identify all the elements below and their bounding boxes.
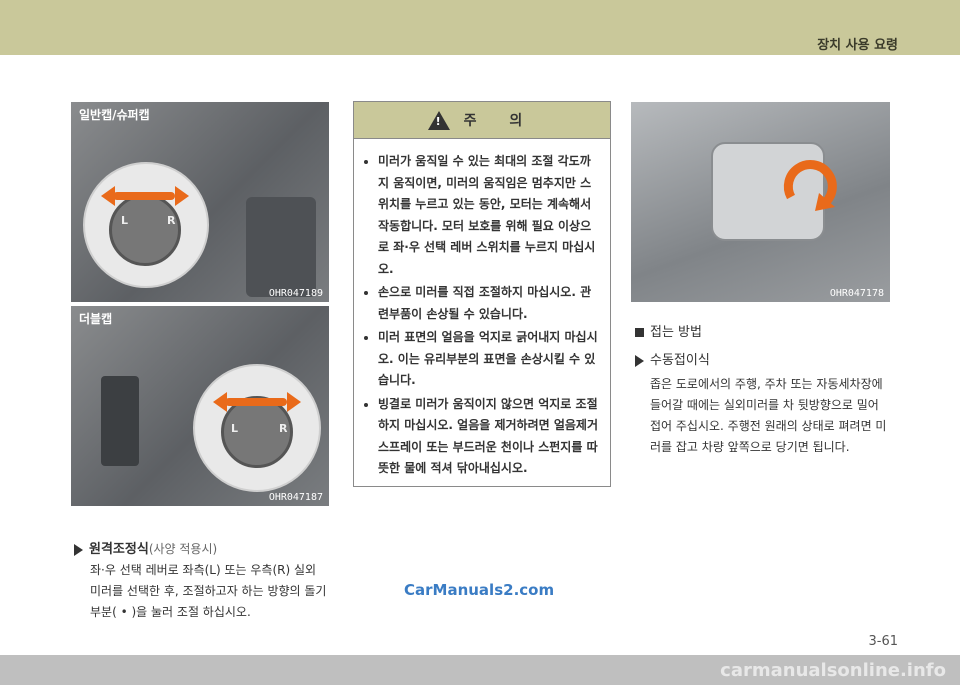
header-bar [0,0,960,55]
image-code: OHR047189 [268,288,323,299]
caution-box: ! 주 의 미러가 움직일 수 있는 최대의 조절 각도까지 움직이면, 미러의… [353,101,611,487]
mirror-switch-image-standard: 일반캡/슈퍼캡 L R OHR047189 [71,102,329,302]
caution-list: 미러가 움직일 수 있는 최대의 조절 각도까지 움직이면, 미러의 움직임은 … [354,151,610,480]
caution-item: 미러가 움직일 수 있는 최대의 조절 각도까지 움직이면, 미러의 움직임은 … [378,151,598,280]
fold-body: 좁은 도로에서의 주행, 주차 또는 자동세차장에 들어갈 때에는 실외미러를 … [650,377,887,454]
side-mirror-image: OHR047178 [631,102,890,302]
fold-subheading: 수동접이식 [635,349,710,368]
knob-right-label: R [167,214,176,227]
knob-left-label: L [231,422,239,435]
watermark-link[interactable]: CarManuals2.com [404,581,554,599]
triangle-bullet-icon [74,543,83,556]
caution-item: 손으로 미러를 직접 조절하지 마십시오. 관련부품이 손상될 수 있습니다. [378,282,598,325]
page-number: 3-61 [868,634,898,649]
knob-left-label: L [121,214,129,227]
triangle-bullet-icon [635,354,644,367]
fold-heading: 접는 방법 [635,321,702,340]
arrow-left-icon [101,186,115,206]
mirror-switch-image-double: 더블캡 L R OHR047187 [71,306,329,506]
arrow-left-icon [213,392,227,412]
caution-header: ! 주 의 [354,102,610,139]
bottom-watermark: carmanualsonline.info [720,660,946,681]
section-title: 장치 사용 요령 [817,38,898,53]
warning-icon: ! [427,110,450,130]
square-bullet-icon [635,328,644,337]
remote-heading: 원격조정식(사양 적용시) [74,538,217,557]
mirror-knob [109,194,181,266]
knob-right-label: R [279,422,288,435]
arrow-right-icon [287,392,301,412]
remote-body: 좌·우 선택 레버로 좌측(L) 또는 우측(R) 실외 미러를 선택한 후, … [90,563,327,619]
lr-arrow [225,398,287,406]
vent-panel [101,376,139,466]
image-tag: 일반캡/슈퍼캡 [79,108,150,122]
image-code: OHR047178 [829,288,884,299]
caution-title: 주 의 [463,113,537,129]
fold-arrow-icon [783,160,837,211]
image-tag: 더블캡 [79,312,113,326]
caution-item: 빙결로 미러가 움직이지 않으면 억지로 조절하지 마십시오. 얼음을 제거하려… [378,394,598,480]
caution-item: 미러 표면의 얼음을 억지로 긁어내지 마십시오. 이는 유리부분의 표면을 손… [378,327,598,392]
door-panel [246,197,316,297]
arrow-right-icon [175,186,189,206]
lr-arrow [113,192,175,200]
image-code: OHR047187 [268,492,323,503]
